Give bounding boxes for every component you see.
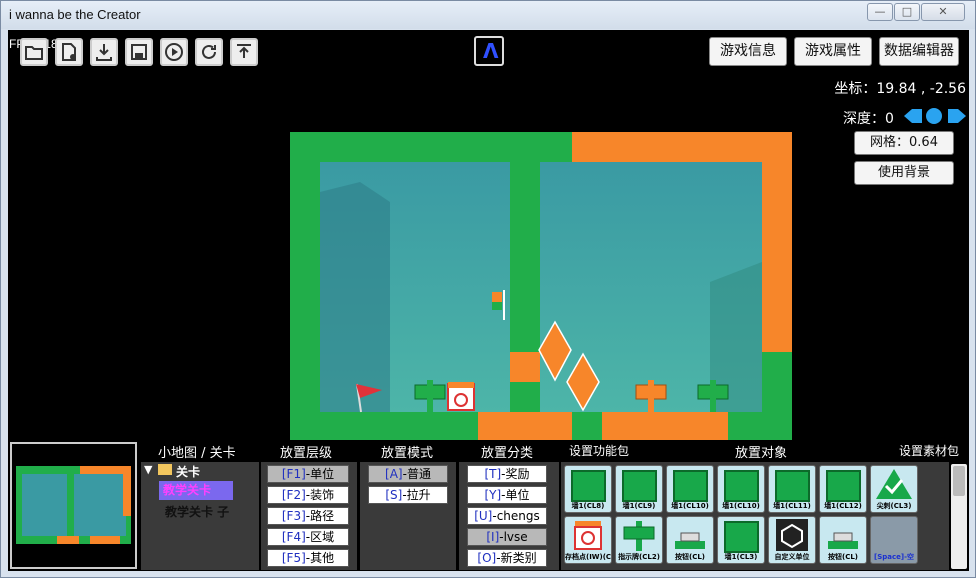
coordinate-readout: 坐标：19.84 , -2.56 xyxy=(834,81,966,97)
bottom-panel: 小地图 / 关卡 ▼ 关卡 教学关卡 教学关卡 子 放置层级 [F1]-单位 [… xyxy=(8,440,969,571)
custom-unit-tile[interactable]: 自定义单位 xyxy=(768,516,816,564)
depth-slider-icon[interactable] xyxy=(904,107,966,125)
savepoint-tile[interactable]: 存档点(IW)(C xyxy=(564,516,612,564)
mode-normal[interactable]: [A]-普通 xyxy=(368,465,448,483)
object-header: 放置对象 xyxy=(735,446,788,461)
category-lvse[interactable]: [I]-lvse xyxy=(467,528,547,546)
open-folder-icon xyxy=(25,46,43,60)
data-editor-button[interactable]: 数据编辑器 xyxy=(879,37,959,66)
empty-tile[interactable]: [Space]-空 xyxy=(870,516,918,564)
category-header: 放置分类 xyxy=(481,446,534,461)
button-icon xyxy=(828,532,858,549)
object-tile[interactable]: 墙1(CL12) xyxy=(819,465,867,513)
button-icon xyxy=(675,532,705,549)
refresh-button[interactable] xyxy=(195,38,223,66)
new-file-icon xyxy=(62,43,76,61)
tree-item[interactable]: 教学关卡 子 xyxy=(165,503,229,520)
new-file-button[interactable] xyxy=(55,38,83,66)
level-tree: ▼ 关卡 教学关卡 教学关卡 子 xyxy=(141,462,259,570)
close-button[interactable]: ✕ xyxy=(921,3,965,21)
layer-decor[interactable]: [F2]-装饰 xyxy=(267,486,349,504)
layer-other[interactable]: [F5]-其他 xyxy=(267,549,349,567)
lambda-glyph: Λ xyxy=(483,39,499,63)
level-canvas[interactable] xyxy=(290,132,792,442)
download-button[interactable] xyxy=(90,38,118,66)
maximize-button[interactable]: □ xyxy=(894,3,920,21)
button-tile[interactable]: 按钮(CL) xyxy=(819,516,867,564)
upload-icon xyxy=(237,44,251,58)
editor-area: FPS：18 Λ 游戏信息 游戏属性 数据编辑器 坐标：19.84 , -2.5 xyxy=(8,30,969,571)
use-background-button[interactable]: 使用背景 xyxy=(854,161,954,185)
button-tile[interactable]: 按钮(CL) xyxy=(666,516,714,564)
scrollbar-thumb[interactable] xyxy=(953,466,965,496)
category-panel: [T]-奖励 [Y]-单位 [U]-chengs [I]-lvse [O]-新类… xyxy=(459,462,559,570)
object-tile[interactable]: 墙1(CL3) xyxy=(717,516,765,564)
grid-size-button[interactable]: 网格：0.64 xyxy=(854,131,954,155)
refresh-icon xyxy=(202,44,216,59)
object-tile[interactable]: 墙1(CL9) xyxy=(615,465,663,513)
category-chengs[interactable]: [U]-chengs xyxy=(467,507,547,525)
layer-panel: [F1]-单位 [F2]-装饰 [F3]-路径 [F4]-区域 [F5]-其他 xyxy=(261,462,357,570)
save-button[interactable] xyxy=(125,38,153,66)
minimap-header: 小地图 / 关卡 xyxy=(158,446,236,461)
tree-root[interactable]: 关卡 xyxy=(176,463,200,480)
game-properties-button[interactable]: 游戏属性 xyxy=(794,37,872,66)
layer-units[interactable]: [F1]-单位 xyxy=(267,465,349,483)
minimize-button[interactable]: — xyxy=(867,3,893,21)
player-mode-icon[interactable]: Λ xyxy=(474,36,504,66)
category-unit[interactable]: [Y]-单位 xyxy=(467,486,547,504)
play-icon xyxy=(165,43,183,61)
object-tile[interactable]: 墙1(CL11) xyxy=(768,465,816,513)
object-tile[interactable]: 墙1(CL10) xyxy=(717,465,765,513)
tree-expand-icon[interactable]: ▼ xyxy=(144,463,152,476)
signpost-icon xyxy=(623,521,655,551)
tree-item-selected[interactable]: 教学关卡 xyxy=(159,481,233,500)
open-folder-button[interactable] xyxy=(20,38,48,66)
func-pack-header[interactable]: 设置功能包 xyxy=(569,442,629,459)
play-button[interactable] xyxy=(160,38,188,66)
upload-button[interactable] xyxy=(230,38,258,66)
category-reward[interactable]: [T]-奖励 xyxy=(467,465,547,483)
save-icon xyxy=(131,44,147,60)
game-info-button[interactable]: 游戏信息 xyxy=(709,37,787,66)
minimap-preview xyxy=(16,466,131,544)
palette-scrollbar[interactable] xyxy=(951,464,967,569)
material-pack-header[interactable]: 设置素材包 xyxy=(899,442,959,459)
window-title: i wanna be the Creator xyxy=(9,7,141,22)
mode-stretch[interactable]: [S]-拉升 xyxy=(368,486,448,504)
signpost-tile[interactable]: 指示牌(CL2) xyxy=(615,516,663,564)
layer-path[interactable]: [F3]-路径 xyxy=(267,507,349,525)
object-tile[interactable]: 墙1(CL10) xyxy=(666,465,714,513)
folder-icon xyxy=(158,464,172,475)
spike-icon xyxy=(876,469,912,499)
mode-panel: [A]-普通 [S]-拉升 xyxy=(360,462,456,570)
save-point-icon xyxy=(447,382,475,411)
depth-readout: 深度：0 xyxy=(843,111,894,127)
app-window: i wanna be the Creator — □ ✕ FPS：18 Λ xyxy=(0,0,976,578)
layer-area[interactable]: [F4]-区域 xyxy=(267,528,349,546)
save-point-icon xyxy=(574,521,602,550)
unity-logo-icon xyxy=(776,519,808,551)
download-icon xyxy=(96,44,112,61)
minimap[interactable] xyxy=(10,442,137,569)
object-palette: 墙1(CL8) 墙1(CL9) 墙1(CL10) 墙1(CL10) 墙1(CL1… xyxy=(561,462,949,570)
object-tile[interactable]: 墙1(CL8) xyxy=(564,465,612,513)
category-new[interactable]: [O]-新类别 xyxy=(467,549,547,567)
title-bar: i wanna be the Creator — □ ✕ xyxy=(1,1,975,29)
spike-tile[interactable]: 尖刺(CL3) xyxy=(870,465,918,513)
layer-header: 放置层级 xyxy=(280,446,333,461)
mode-header: 放置模式 xyxy=(381,446,434,461)
